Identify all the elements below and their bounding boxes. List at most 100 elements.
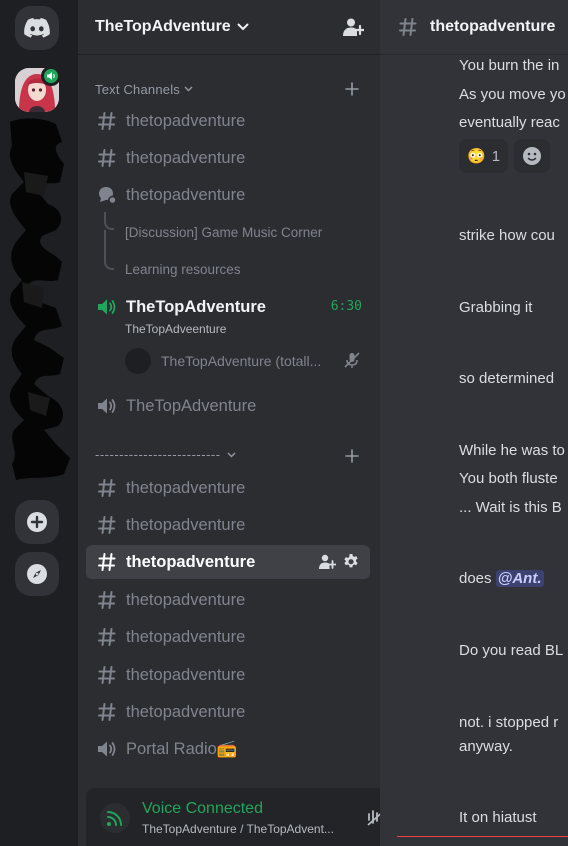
thread-item[interactable]: Learning resources [125, 262, 241, 277]
channel-label: Portal Radio📻 [126, 739, 238, 758]
thread-connector [104, 212, 114, 230]
speaker-icon [98, 398, 116, 414]
voice-status[interactable]: Voice Connected [142, 800, 263, 818]
hashtag-icon [98, 112, 116, 130]
category-label: -------------------------- [95, 447, 221, 462]
channel-label: thetopadventure [126, 148, 246, 167]
message-line: ... Wait is this B [459, 499, 562, 516]
channel-label: thetopadventure [126, 627, 246, 646]
channel-label: thetopadventure [126, 478, 246, 497]
voice-channel-portal-radio[interactable]: Portal Radio📻 [86, 732, 370, 766]
hashtag-icon [98, 703, 116, 721]
category-text-channels[interactable]: Text Channels [95, 80, 193, 98]
hashtag-icon [98, 149, 116, 167]
voice-user[interactable]: TheTopAdventure (totall... [125, 346, 365, 376]
user-mention[interactable]: @Ant. [495, 570, 544, 587]
channel-item[interactable]: thetopadventure [86, 471, 370, 505]
voice-timer: 6:30 [330, 299, 362, 314]
signal-icon[interactable] [100, 803, 130, 833]
hashtag-icon [98, 628, 116, 646]
add-member-icon[interactable] [342, 17, 364, 37]
category-divider[interactable]: -------------------------- [95, 447, 236, 462]
server-rail [0, 0, 78, 846]
speaker-icon [98, 741, 116, 757]
channel-item[interactable]: thetopadventure [86, 695, 370, 729]
channel-item[interactable]: thetopadventure [86, 658, 370, 692]
category-label: Text Channels [95, 81, 180, 97]
channel-label: thetopadventure [126, 515, 246, 534]
hashtag-icon [98, 591, 116, 609]
guild-header[interactable]: TheTopAdventure [78, 0, 380, 55]
voice-channel-item[interactable]: TheTopAdventure [86, 389, 370, 423]
channel-item[interactable]: thetopadventure [86, 508, 370, 542]
voice-channel-active[interactable]: TheTopAdventure 6:30 [86, 290, 370, 324]
message-text: does [459, 570, 492, 587]
channel-label: thetopadventure [126, 552, 256, 571]
channel-title: thetopadventure [430, 18, 556, 35]
message-line: so determined [459, 370, 555, 387]
speaker-icon [98, 299, 116, 315]
hashtag-icon [98, 516, 116, 534]
explore-servers-button[interactable] [15, 552, 59, 596]
reaction-emoji: 😳 [467, 148, 486, 165]
channel-label: thetopadventure [126, 590, 246, 609]
forum-channel-item[interactable]: thetopadventure [86, 178, 370, 212]
channel-header: thetopadventure [380, 0, 568, 55]
chevron-down-icon [227, 452, 236, 457]
thread-connector [104, 230, 114, 270]
channel-label: TheTopAdventure [126, 396, 257, 415]
message-line: eventually reac [459, 114, 560, 131]
channel-item[interactable]: thetopadventure [86, 620, 370, 654]
voice-user-name: TheTopAdventure (totall... [161, 353, 322, 369]
message-line: You both fluste [459, 470, 558, 487]
voice-location[interactable]: TheTopAdventure / TheTopAdvent... [142, 822, 334, 836]
hashtag-icon [98, 479, 116, 497]
chevron-down-icon [184, 86, 193, 92]
hashtag-icon [98, 666, 116, 684]
message-line: does @Ant. [459, 569, 544, 589]
muted-microphone-icon [344, 352, 360, 368]
channel-label: thetopadventure [126, 111, 246, 130]
message-line: As you move yo [459, 86, 566, 103]
channel-item[interactable]: thetopadventure [86, 104, 370, 138]
new-messages-divider [397, 836, 568, 837]
channel-label: TheTopAdventure [126, 297, 266, 316]
message-line: While he was to [459, 442, 565, 459]
voice-channel-status: TheTopAdveenture [125, 322, 227, 336]
smiley-icon [523, 147, 542, 165]
speaker-icon [47, 72, 55, 80]
voice-active-badge [41, 66, 61, 86]
channel-label: thetopadventure [126, 665, 246, 684]
add-server-button[interactable] [15, 500, 59, 544]
hashtag-icon [399, 18, 417, 36]
channel-item[interactable]: thetopadventure [86, 583, 370, 617]
chat-area: thetopadventure You burn the in As you m… [380, 0, 568, 846]
discord-logo-icon [24, 18, 50, 38]
home-button[interactable] [15, 6, 59, 50]
message-line: Do you read BL [459, 642, 564, 659]
hashtag-icon [98, 553, 116, 571]
gear-icon[interactable] [342, 553, 360, 571]
add-reaction-button[interactable] [514, 139, 551, 173]
guild-name: TheTopAdventure [95, 18, 231, 35]
compass-icon [27, 564, 47, 584]
create-channel-plus-icon[interactable] [344, 448, 360, 464]
create-channel-plus-icon[interactable] [344, 81, 360, 97]
channel-label: thetopadventure [126, 702, 246, 721]
discord-app: TheTopAdventure Text Channels thetopadve… [0, 0, 568, 846]
thread-item[interactable]: [Discussion] Game Music Corner [125, 225, 322, 240]
message-line: anyway. [459, 738, 513, 755]
channel-item-selected[interactable]: thetopadventure [86, 545, 370, 579]
reaction-bar: 😳 1 [459, 139, 551, 173]
channel-item[interactable]: thetopadventure [86, 141, 370, 175]
message-line: It on hiatust [459, 809, 537, 826]
message-line: strike how cou [459, 227, 555, 244]
add-member-icon[interactable] [318, 553, 336, 571]
channel-tools [318, 553, 360, 571]
plus-circle-icon [27, 512, 47, 532]
chevron-down-icon [237, 23, 249, 31]
reaction-pill[interactable]: 😳 1 [459, 139, 509, 173]
channel-sidebar: TheTopAdventure Text Channels thetopadve… [78, 0, 448, 846]
avatar [125, 348, 151, 374]
redacted-server-list [9, 118, 71, 480]
